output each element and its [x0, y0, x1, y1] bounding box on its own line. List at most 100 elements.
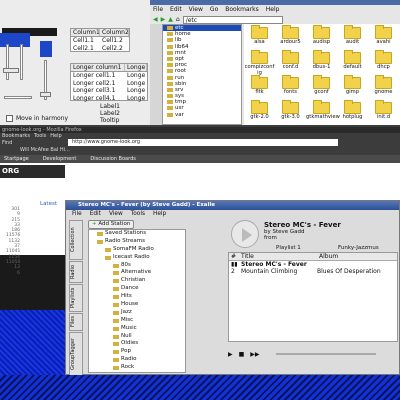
- up-icon[interactable]: ▲: [168, 16, 173, 23]
- radio-tree-item[interactable]: Radio: [89, 356, 185, 364]
- radio-tree-item[interactable]: Saved Stations: [89, 230, 185, 238]
- table-row[interactable]: Longer cell2.1 Longe: [71, 80, 147, 88]
- bookmark-item[interactable]: Will McAfee Bal Hi...: [20, 147, 70, 153]
- radio-tree-item[interactable]: Jazz: [89, 309, 185, 317]
- file-icon-item[interactable]: audit: [337, 25, 368, 52]
- file-icon-item[interactable]: conf.d: [275, 50, 306, 77]
- home-icon[interactable]: ⌂: [176, 16, 180, 23]
- menu-bookmarks[interactable]: Bookmarks: [2, 133, 30, 139]
- file-icon-item[interactable]: default: [337, 50, 368, 77]
- tab-collection[interactable]: Collection: [69, 220, 83, 260]
- column-header[interactable]: Column2: [100, 29, 129, 36]
- file-icon-item[interactable]: gtk-3.0: [275, 100, 306, 127]
- radio-tree-item[interactable]: Pop: [89, 348, 185, 356]
- seek-bar[interactable]: [276, 353, 376, 355]
- radio-tree-item[interactable]: Alternative: [89, 269, 185, 277]
- tab-radio[interactable]: Radio: [69, 261, 83, 283]
- file-icon-label: hotplug: [342, 114, 363, 120]
- file-icon-item[interactable]: gtkmathview: [306, 100, 340, 127]
- menu-view[interactable]: View: [109, 210, 123, 218]
- location-input[interactable]: /etc: [182, 15, 283, 24]
- file-icon-item[interactable]: alsa: [244, 25, 275, 52]
- file-icon-item[interactable]: gtk-2.0: [244, 100, 275, 127]
- table-row[interactable]: Cell1.1 Cell1.2: [71, 37, 129, 45]
- file-icon-item[interactable]: fltk: [244, 75, 275, 102]
- file-icon-item[interactable]: ardour5: [275, 25, 306, 52]
- menu-edit[interactable]: Edit: [170, 6, 182, 13]
- table-row[interactable]: ▮▮ Stereo MC's - Fever: [229, 261, 397, 268]
- add-station-button[interactable]: + Add Station: [88, 220, 134, 229]
- radio-tree-item[interactable]: Null: [89, 333, 185, 341]
- column-header[interactable]: Column1: [71, 29, 100, 36]
- file-icon-item[interactable]: gconf: [306, 75, 337, 102]
- menu-help[interactable]: Help: [50, 133, 61, 139]
- slider-knob[interactable]: [3, 68, 19, 73]
- latest-tab[interactable]: Latest: [40, 201, 57, 207]
- file-icon-item[interactable]: gnome: [368, 75, 399, 102]
- playlist-tab-1[interactable]: Playlist 1: [276, 245, 301, 251]
- tab-grouptagger[interactable]: GroupTagger: [69, 332, 83, 376]
- folder-icon: [251, 25, 268, 39]
- radio-tree-item[interactable]: Radio Streams: [89, 238, 185, 246]
- stop-icon[interactable]: ■: [239, 351, 245, 358]
- back-icon[interactable]: ◀: [153, 16, 158, 23]
- vertical-slider-2[interactable]: [20, 44, 23, 80]
- tab-development[interactable]: Development: [43, 155, 77, 163]
- menu-help[interactable]: Help: [153, 210, 166, 218]
- tab-files[interactable]: Files: [69, 313, 83, 331]
- play-icon[interactable]: ▶: [228, 351, 233, 358]
- table-row[interactable]: Longer cell4.1 Longe: [71, 95, 147, 103]
- file-icon-item[interactable]: fonts: [275, 75, 306, 102]
- radio-tree-item[interactable]: Misc: [89, 317, 185, 325]
- find-button[interactable]: Find: [2, 140, 12, 146]
- column-header[interactable]: #: [229, 253, 239, 260]
- slider-knob-2[interactable]: [40, 92, 51, 97]
- playlist-tab-2[interactable]: Funky-Jazzmus: [338, 245, 379, 251]
- menu-edit[interactable]: Edit: [90, 210, 101, 218]
- file-icon-item[interactable]: hotplug: [337, 100, 368, 127]
- menu-tools[interactable]: Tools: [34, 133, 46, 139]
- file-icon-item[interactable]: dbus-1: [306, 50, 337, 77]
- radio-tree-item[interactable]: Rock: [89, 364, 185, 372]
- table-row[interactable]: Longer cell1.1 Longe: [71, 72, 147, 80]
- radio-tree-item[interactable]: House: [89, 301, 185, 309]
- table-row[interactable]: 2 Mountain Climbing Blues Of Desperation: [229, 268, 397, 275]
- file-icon-item[interactable]: avahi: [368, 25, 399, 52]
- tab-playlists[interactable]: Playlists: [69, 284, 83, 312]
- forward-icon[interactable]: ▶: [161, 16, 166, 23]
- file-icon-item[interactable]: init.d: [368, 100, 399, 127]
- tab-discussion[interactable]: Discussion Boards: [90, 155, 135, 163]
- file-icon-item[interactable]: audisp: [306, 25, 337, 52]
- file-icon-item[interactable]: compizconf ig: [244, 50, 275, 77]
- column-header[interactable]: Longer column1: [71, 64, 125, 71]
- tab-startpage[interactable]: Startpage: [4, 155, 29, 163]
- menu-bookmarks[interactable]: Bookmarks: [225, 6, 259, 13]
- file-icon-item[interactable]: gimp: [337, 75, 368, 102]
- menu-help[interactable]: Help: [266, 6, 280, 13]
- url-bar[interactable]: http://www.gnome-look.org: [68, 139, 338, 146]
- radio-tree-item[interactable]: Oldies: [89, 340, 185, 348]
- menu-file[interactable]: File: [153, 6, 163, 13]
- radio-tree-item[interactable]: Icecast Radio: [89, 254, 185, 262]
- column-header[interactable]: Longe: [125, 64, 147, 71]
- file-icon-item[interactable]: dhcp: [368, 50, 399, 77]
- vertical-slider-1[interactable]: [6, 44, 9, 80]
- table-row[interactable]: Longer cell3.1 Longe: [71, 87, 147, 95]
- menu-file[interactable]: File: [72, 210, 82, 218]
- horizontal-slider[interactable]: [4, 96, 32, 99]
- radio-tree-item[interactable]: SomaFM Radio: [89, 246, 185, 254]
- radio-tree-item[interactable]: Music: [89, 325, 185, 333]
- tree-item[interactable]: var: [163, 112, 241, 118]
- radio-tree-item[interactable]: 80s: [89, 262, 185, 270]
- radio-tree-item[interactable]: Dance: [89, 285, 185, 293]
- menu-tools[interactable]: Tools: [131, 210, 145, 218]
- column-header[interactable]: Title: [239, 253, 317, 260]
- column-header[interactable]: Album: [317, 253, 397, 260]
- table-row[interactable]: Cell2.1 Cell2.2: [71, 45, 129, 53]
- menu-go[interactable]: Go: [210, 6, 218, 13]
- radio-tree-item[interactable]: Hits: [89, 293, 185, 301]
- menu-view[interactable]: View: [189, 6, 203, 13]
- move-checkbox[interactable]: [6, 115, 13, 122]
- radio-tree-item[interactable]: Christian: [89, 277, 185, 285]
- next-icon[interactable]: ▶▶: [250, 351, 259, 358]
